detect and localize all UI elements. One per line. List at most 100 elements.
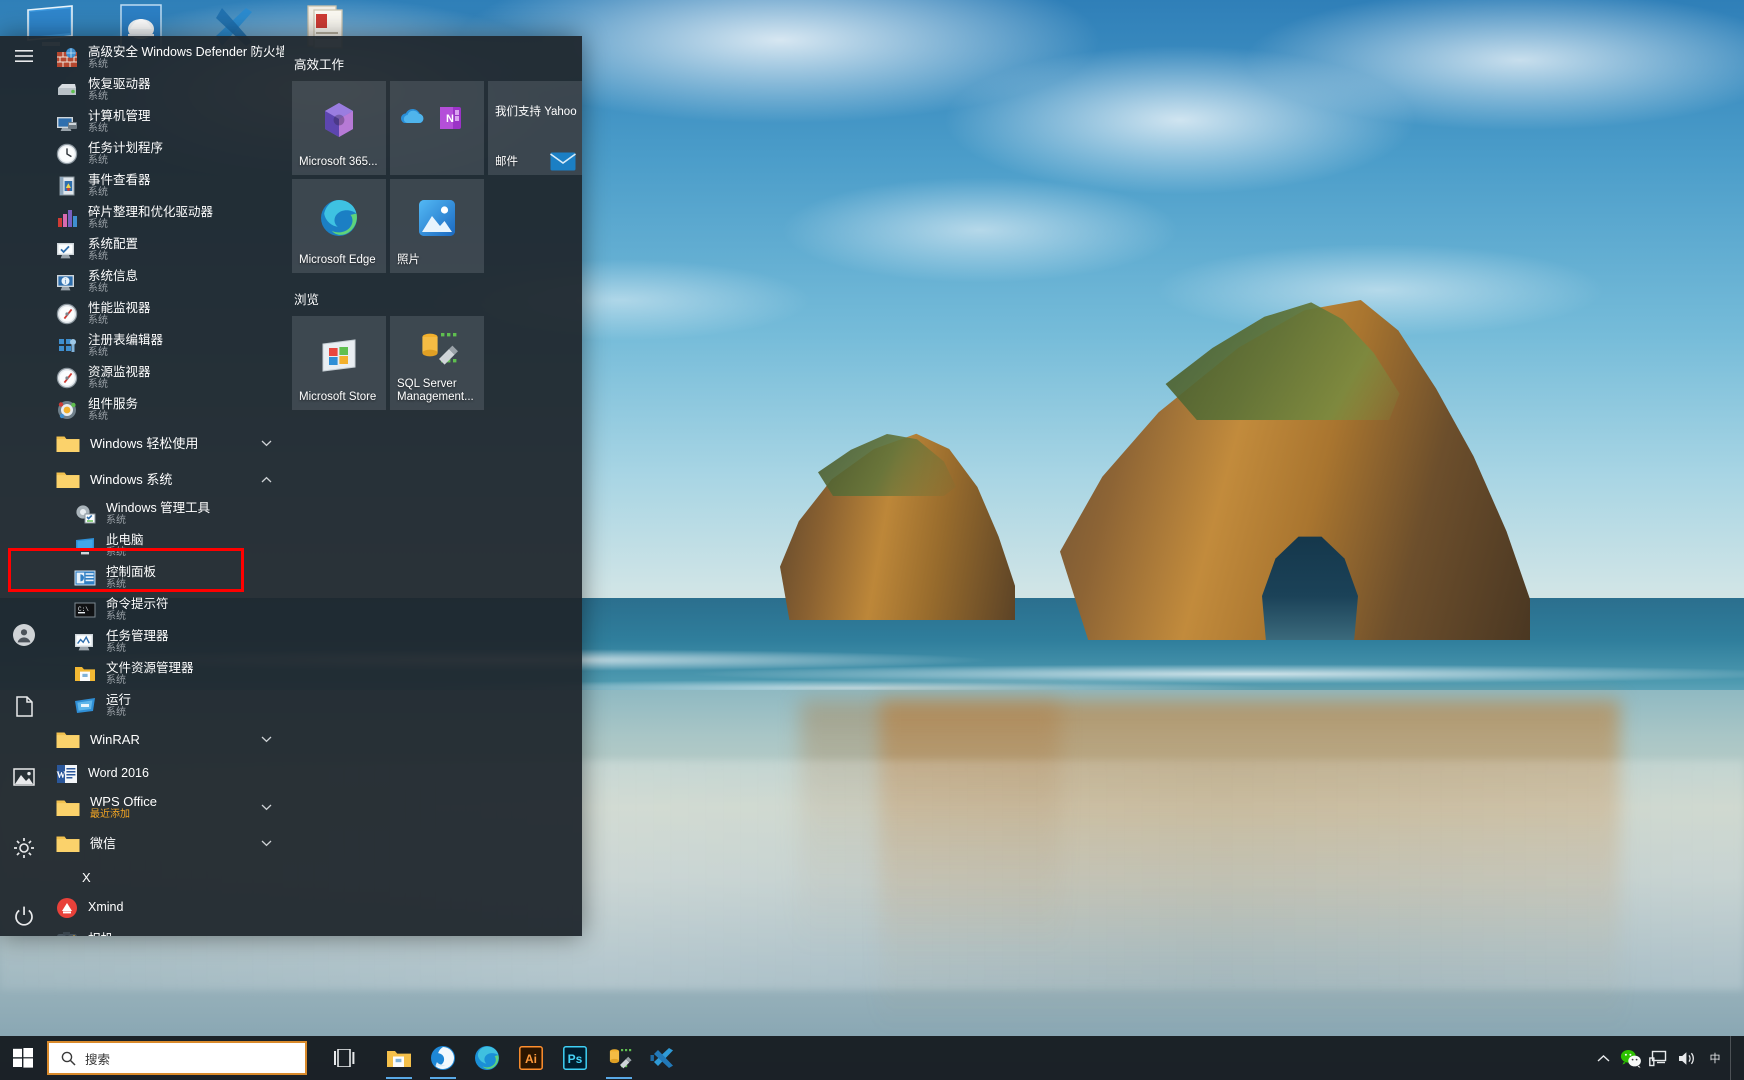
app-list-item[interactable]: 计算机管理 系统 [48,106,284,138]
app-label: 命令提示符 [106,596,169,611]
app-list-folder-WPS-Office[interactable]: WPS Office 最近添加 [48,790,284,826]
app-list-item[interactable]: 任务管理器 系统 [48,626,284,658]
app-list-item[interactable]: 任务计划程序 系统 [48,138,284,170]
tile[interactable]: SQL Server Management... [390,316,484,410]
app-list-folder-Windows-轻松使用[interactable]: Windows 轻松使用 [48,426,284,462]
cmd-icon: C:\ [74,599,96,621]
tile-grid: Microsoft 365... N 我们支持 Yahoo 邮件 Microsoft E… [292,81,582,273]
network-icon[interactable] [1646,1036,1672,1080]
taskbar-microsoft-edge[interactable] [465,1036,509,1080]
taskbar-photoshop[interactable]: Ps [553,1036,597,1080]
app-list-item[interactable]: 性能监视器 系统 [48,298,284,330]
computer-management-icon [56,111,78,133]
app-list-item[interactable]: 高级安全 Windows Defender 防火墙 系统 [48,42,284,74]
run-icon [75,698,95,713]
taskbar-file-explorer[interactable] [377,1036,421,1080]
wechat-icon[interactable] [1618,1036,1644,1080]
app-list-item[interactable]: W Word 2016 [48,758,284,790]
chevron-down-icon[interactable] [261,735,272,746]
power-icon[interactable] [0,896,48,936]
search-input[interactable]: 搜索 [47,1041,307,1075]
app-list-item[interactable]: 系统配置 系统 [48,234,284,266]
app-list-item[interactable]: 相机 [48,924,284,936]
system-tray[interactable]: 中 [1590,1036,1744,1080]
microsoft-store-icon [319,335,359,375]
chevron-down-icon[interactable] [261,839,272,850]
app-list-item[interactable]: 组件服务 系统 [48,394,284,426]
defrag-icon [56,207,78,229]
app-list-item[interactable]: Xmind [48,892,284,924]
app-list-item[interactable]: 资源监视器 系统 [48,362,284,394]
chevron-down-icon[interactable] [261,439,272,450]
app-label: 文件资源管理器 [106,660,194,675]
chevron-up-icon[interactable] [1590,1036,1616,1080]
taskbar-illustrator[interactable]: Ai [509,1036,553,1080]
app-list-letter-header[interactable]: X [48,862,284,892]
app-list-folder-WinRAR[interactable]: WinRAR [48,722,284,758]
taskbar-sql-server[interactable] [597,1036,641,1080]
app-list-item[interactable]: 控制面板 系统 [48,562,284,594]
taskbar-wps-office[interactable] [421,1036,465,1080]
folder-label: Windows 系统 [90,472,173,488]
pictures-icon[interactable] [0,757,48,797]
app-list-item[interactable]: 注册表编辑器 系统 [48,330,284,362]
regedit-icon [59,339,76,352]
app-list-item[interactable]: 事件查看器 系统 [48,170,284,202]
app-list-item[interactable]: 恢复驱动器 系统 [48,74,284,106]
start-menu-tile-area[interactable]: 高效工作 Microsoft 365... N 我们支持 Yahoo 邮件 Microso… [284,36,582,936]
task-view-button[interactable] [323,1036,367,1080]
tile[interactable]: 我们支持 Yahoo 邮件 [488,81,582,175]
start-menu[interactable]: 高级安全 Windows Defender 防火墙 系统 恢复驱动器 系统 计算机管理系… [0,36,582,936]
ime-icon[interactable]: 中 [1702,1036,1728,1080]
system-info-icon: i [57,275,74,291]
folder-icon [56,732,80,748]
system-info-icon: i [56,271,78,293]
documents-icon[interactable] [0,686,48,726]
defrag-icon [58,210,77,227]
taskbar-vs-code[interactable] [641,1036,685,1080]
tile[interactable]: N [390,81,484,175]
app-sublabel: 系统 [106,578,126,590]
tile-label: Microsoft Edge [299,253,376,266]
gear-icon[interactable] [0,828,48,868]
show-desktop-button[interactable] [1730,1036,1738,1080]
speaker-icon[interactable] [1674,1036,1700,1080]
start-button[interactable] [0,1036,46,1080]
tile[interactable]: Microsoft 365... [292,81,386,175]
start-menu-app-list[interactable]: 高级安全 Windows Defender 防火墙 系统 恢复驱动器 系统 计算机管理系… [48,36,284,936]
photoshop-icon: Ps [563,1046,587,1070]
illustrator-icon: Ai [519,1046,543,1070]
user-account-icon[interactable] [0,615,48,655]
hamburger-icon[interactable] [0,36,48,76]
app-list-item[interactable]: Windows 管理工具 系统 [48,498,284,530]
app-label: Windows 管理工具 [106,500,211,515]
app-label: 系统信息 [88,268,139,283]
app-sublabel: 系统 [88,58,108,70]
photos-icon [417,198,457,238]
tile-label: SQL Server Management... [397,377,474,403]
app-list-folder-微信[interactable]: 微信 [48,826,284,862]
app-list-item[interactable]: 文件资源管理器 系统 [48,658,284,690]
app-list-item[interactable]: 碎片整理和优化驱动器 系统 [48,202,284,234]
folder-icon [56,436,80,452]
tile[interactable]: Microsoft Store [292,316,386,410]
tile-label: Microsoft 365... [299,155,378,168]
recovery-drive-icon [56,79,78,101]
tile[interactable]: Microsoft Edge [292,179,386,273]
app-label: 碎片整理和优化驱动器 [88,204,214,219]
chevron-down-icon[interactable] [261,803,272,814]
app-list-folder-Windows-系统[interactable]: Windows 系统 [48,462,284,498]
taskbar[interactable]: 搜索 Ai Ps 中 [0,1036,1744,1080]
app-list-item[interactable]: 此电脑 系统 [48,530,284,562]
app-label: 性能监视器 [88,300,151,315]
tile[interactable]: 照片 [390,179,484,273]
word-icon: W [57,765,77,783]
xmind-icon [57,898,77,918]
app-list-item[interactable]: C:\ 命令提示符 系统 [48,594,284,626]
chevron-up-icon[interactable] [261,475,272,486]
app-list-item[interactable]: i 系统信息 系统 [48,266,284,298]
app-list-item[interactable]: 运行 系统 [48,690,284,722]
this-pc-icon [74,535,96,557]
event-viewer-icon [59,176,75,196]
folder-icon [56,470,80,490]
